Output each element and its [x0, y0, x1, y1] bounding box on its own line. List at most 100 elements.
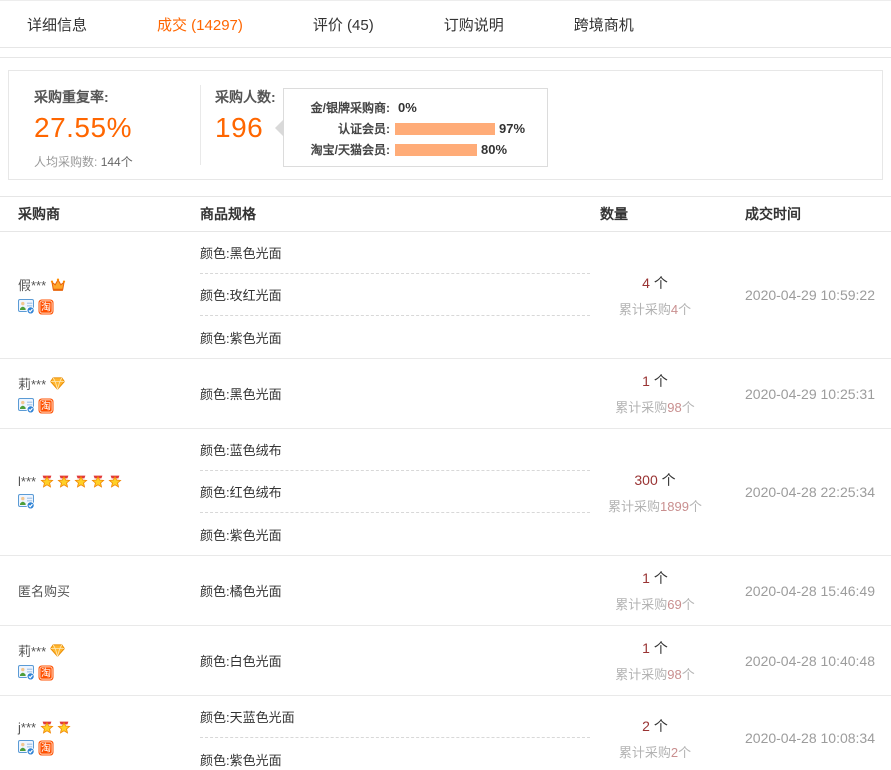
quantity: 2 个	[590, 716, 720, 736]
taobao-icon: 淘	[38, 740, 54, 756]
spec-value: 颜色:紫色光面	[200, 738, 590, 770]
specs-cell: 颜色:天蓝色光面颜色:紫色光面	[200, 696, 590, 770]
time-cell: 2020-04-28 10:40:48	[720, 653, 891, 669]
spec-value: 颜色:玫红光面	[200, 274, 590, 316]
table-row: j***淘颜色:天蓝色光面颜色:紫色光面2 个累计采购2个2020-04-28 …	[0, 696, 891, 770]
quantity: 300 个	[590, 470, 720, 490]
star-icon	[40, 475, 54, 488]
buyer-badges: 淘	[18, 299, 200, 315]
tab-bar: 详细信息 成交 (14297) 评价 (45) 订购说明 跨境商机	[0, 0, 891, 48]
time-cell: 2020-04-28 10:08:34	[720, 730, 891, 746]
cumulative-number: 4	[671, 302, 678, 317]
diamond-icon	[50, 644, 65, 657]
cumulative-number: 69	[667, 597, 681, 612]
column-header-2: 商品规格	[200, 204, 590, 224]
table-row: 莉***淘颜色:黑色光面1 个累计采购98个2020-04-29 10:25:3…	[0, 359, 891, 429]
specs-cell: 颜色:白色光面	[200, 640, 590, 682]
buyer-name: l***	[18, 474, 36, 489]
svg-text:淘: 淘	[41, 742, 51, 755]
chart-row: 淘宝/天猫会员: 80%	[284, 139, 547, 160]
buyer-name: 假***	[18, 275, 46, 294]
spec-value: 颜色:紫色光面	[200, 513, 590, 555]
tab-3[interactable]: 订购说明	[444, 14, 504, 35]
chart-row: 金/银牌采购商:0%	[284, 97, 547, 118]
cumulative-purchases: 累计采购98个	[590, 397, 720, 416]
buyer-badges	[18, 494, 200, 510]
column-header-1: 采购商	[0, 204, 200, 224]
buyer-cell: j*** 淘	[0, 720, 200, 756]
chart-bar	[395, 123, 495, 135]
buyer-line: 匿名购买	[18, 581, 200, 600]
cumulative-purchases: 累计采购69个	[590, 594, 720, 613]
transaction-time: 2020-04-29 10:59:22	[745, 287, 891, 303]
buyer-badges: 淘	[18, 665, 200, 681]
taobao-icon: 淘	[38, 665, 54, 681]
quantity-cell: 4 个累计采购4个	[590, 273, 720, 318]
transaction-time: 2020-04-28 22:25:34	[745, 484, 891, 500]
id-card-icon	[18, 494, 35, 510]
buyer-cell: 假*** 淘	[0, 275, 200, 315]
time-cell: 2020-04-29 10:25:31	[720, 386, 891, 402]
buyer-name: 莉***	[18, 641, 46, 660]
tab-2[interactable]: 评价 (45)	[313, 14, 374, 35]
tab-1[interactable]: 成交 (14297)	[157, 14, 243, 35]
tab-0[interactable]: 详细信息	[27, 14, 87, 35]
buyer-line: 假***	[18, 275, 200, 294]
quantity: 1 个	[590, 568, 720, 588]
transaction-time: 2020-04-28 15:46:49	[745, 583, 891, 599]
cumulative-number: 98	[667, 667, 681, 682]
buyer-cell: 匿名购买	[0, 581, 200, 600]
star-icon	[57, 475, 71, 488]
quantity-number: 1	[642, 373, 650, 389]
buyer-cell: 莉*** 淘	[0, 374, 200, 414]
svg-text:淘: 淘	[41, 399, 51, 412]
spec-value: 颜色:红色绒布	[200, 471, 590, 513]
star-icon	[108, 475, 122, 488]
quantity-number: 300	[634, 472, 657, 488]
avg-purchase: 人均采购数: 144个	[34, 153, 133, 170]
id-card-icon	[18, 740, 35, 756]
table-row: 假*** 淘 颜色:黑色光面颜色:玫红光面颜色:紫色光面4 个累计采购4个 2020-…	[0, 232, 891, 359]
buyer-line: 莉***	[18, 374, 200, 393]
chart-row: 认证会员:97%	[284, 118, 547, 139]
quantity-number: 1	[642, 570, 650, 586]
chart-value-label: 80%	[481, 142, 507, 157]
id-card-icon	[18, 665, 35, 681]
table-header: 采购商商品规格数量成交时间	[0, 196, 891, 232]
buyer-line: l***	[18, 474, 200, 489]
chart-category-label: 淘宝/天猫会员:	[284, 141, 390, 158]
quantity-number: 2	[642, 718, 650, 734]
avg-purchase-label: 人均采购数:	[34, 155, 97, 169]
time-cell: 2020-04-28 15:46:49	[720, 583, 891, 599]
repeat-rate-label: 采购重复率:	[34, 87, 133, 107]
quantity: 4 个	[590, 273, 720, 293]
id-card-icon	[18, 299, 35, 315]
table-body: 假***淘颜色:黑色光面颜色:玫红光面颜色:紫色光面4 个累计采购4个2020-…	[0, 232, 891, 770]
column-header-3: 数量	[590, 204, 720, 224]
spec-value: 颜色:天蓝色光面	[200, 696, 590, 738]
star-icon	[91, 475, 105, 488]
specs-cell: 颜色:蓝色绒布颜色:红色绒布颜色:紫色光面	[200, 429, 590, 555]
buyer-name: 匿名购买	[18, 581, 70, 600]
transactions-table: 采购商商品规格数量成交时间 假***淘颜色:黑色光面颜色:玫红光面颜色:紫色光面…	[0, 196, 891, 770]
tab-4[interactable]: 跨境商机	[574, 14, 634, 35]
crown-icon	[50, 278, 66, 292]
taobao-icon: 淘	[38, 398, 54, 414]
buyer-line: 莉***	[18, 641, 200, 660]
table-row: 莉***淘颜色:白色光面1 个累计采购98个2020-04-28 10:40:4…	[0, 626, 891, 696]
svg-text:淘: 淘	[41, 666, 51, 679]
transaction-time: 2020-04-28 10:08:34	[745, 730, 891, 746]
buyer-type-chart: 金/银牌采购商:0%认证会员:97% 淘宝/天猫会员: 80%	[284, 97, 547, 160]
column-header-4: 成交时间	[720, 204, 891, 224]
spec-value: 颜色:黑色光面	[200, 373, 590, 415]
section-divider	[0, 57, 891, 58]
buyer-name: 莉***	[18, 374, 46, 393]
quantity-cell: 300 个累计采购1899个	[590, 470, 720, 515]
taobao-icon: 淘	[38, 299, 54, 315]
specs-cell: 颜色:橘色光面	[200, 570, 590, 612]
buyer-line: j***	[18, 720, 200, 735]
specs-cell: 颜色:黑色光面	[200, 373, 590, 415]
specs-cell: 颜色:黑色光面颜色:玫红光面颜色:紫色光面	[200, 232, 590, 358]
spec-value: 颜色:黑色光面	[200, 232, 590, 274]
cumulative-purchases: 累计采购1899个	[590, 496, 720, 515]
